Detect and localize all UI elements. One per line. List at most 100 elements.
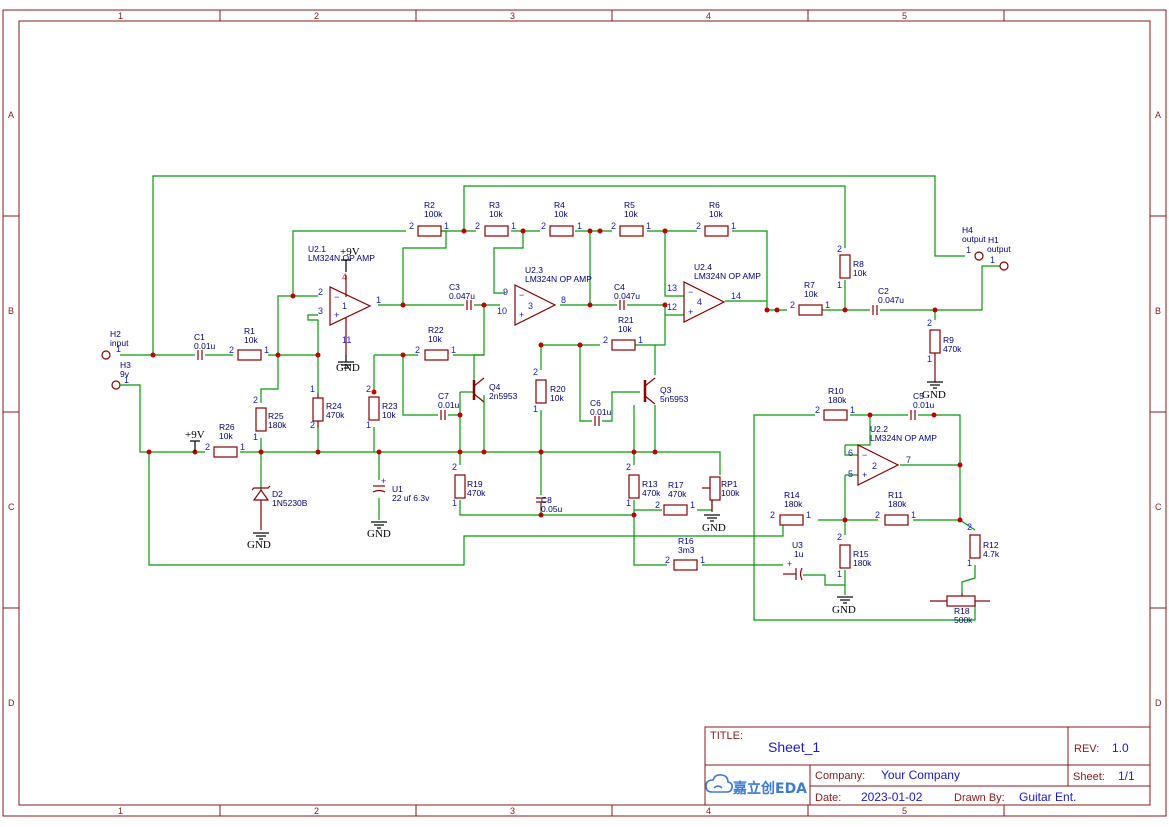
row-label-a-right: A [1155,110,1161,120]
svg-text:11: 11 [342,335,351,345]
rev-key: REV: [1074,743,1099,755]
svg-text:1: 1 [444,221,449,231]
svg-text:2: 2 [409,221,414,231]
svg-text:470k: 470k [467,488,486,498]
svg-text:2: 2 [310,420,315,430]
date-value: 2023-01-02 [861,790,923,804]
svg-text:2: 2 [533,367,538,377]
resistor-r26: 21 R2610k [205,422,245,458]
capacitor-c1: C10.01u [194,332,216,360]
svg-text:13: 13 [667,283,677,293]
svg-text:0.047u: 0.047u [878,295,904,305]
col-label-2-top: 2 [314,11,319,21]
capacitor-c4: C40.047u [614,282,640,310]
col-label-4-bottom: 4 [706,806,711,816]
svg-text:10k: 10k [489,209,503,219]
svg-text:4: 4 [697,297,702,307]
col-label-3-bottom: 3 [510,806,515,816]
resistor-r3: 21 R310k [475,200,516,237]
svg-text:2: 2 [253,395,258,405]
svg-text:180k: 180k [853,558,872,568]
date-key: Date: [815,792,841,804]
svg-text:14: 14 [731,291,741,301]
capacitor-c8: C80.05u [536,495,563,514]
svg-text:GND: GND [832,604,856,616]
svg-text:180k: 180k [784,499,803,509]
svg-text:8: 8 [561,295,566,305]
svg-text:1: 1 [966,245,971,255]
resistor-r10: 21 R10180k [815,386,855,421]
zener-diode-d2: D21N5230B [251,485,308,530]
svg-text:1: 1 [253,432,258,442]
svg-text:2: 2 [452,462,457,472]
svg-text:+: + [334,310,339,320]
row-label-d-left: D [8,698,15,708]
svg-text:10k: 10k [219,431,233,441]
capacitor-u3: + U31u [783,540,804,581]
u2-3-value: LM324N OP AMP [525,274,592,284]
svg-text:10k: 10k [709,209,723,219]
drawing-frame: 1 2 3 4 5 1 2 3 4 5 A B C D A B C D [2,9,1167,817]
svg-text:+9V: +9V [185,429,205,441]
svg-text:100k: 100k [424,209,443,219]
col-label-2-bottom: 2 [314,806,319,816]
resistor-r20: 21 R2010k [533,367,566,414]
svg-text:1: 1 [240,442,245,452]
svg-text:10k: 10k [382,410,396,420]
svg-text:2: 2 [967,522,972,532]
svg-text:1: 1 [577,221,582,231]
col-label-5-bottom: 5 [902,806,907,816]
svg-text:10: 10 [497,306,507,316]
svg-text:7: 7 [906,455,911,465]
svg-text:嘉立创EDA: 嘉立创EDA [732,780,807,797]
svg-text:2: 2 [229,345,234,355]
svg-text:+: + [381,476,386,486]
svg-text:1u: 1u [794,549,804,559]
svg-text:2: 2 [626,462,631,472]
svg-text:1: 1 [511,221,516,231]
opamp-u2-4: −+ 4 13 12 14 U2.4 LM324N OP AMP [667,262,761,323]
svg-text:+: + [519,310,524,320]
col-label-5-top: 5 [902,11,907,21]
svg-text:0.01u: 0.01u [913,400,935,410]
svg-text:1: 1 [850,405,855,415]
transistor-q3: Q35n5953 [643,377,689,405]
opamp-u2-1: −+ 1 2 3 1 4 11 U2.1 LM324N OP AMP [308,244,381,355]
svg-text:1: 1 [646,221,651,231]
svg-text:9v: 9v [120,369,130,379]
opamp-u2-2: −+ 2 6 5 7 U2.2 LM324N OP AMP [848,424,937,486]
svg-text:2n5953: 2n5953 [489,391,518,401]
svg-text:0.01u: 0.01u [438,400,460,410]
capacitor-c3: C30.047u [449,282,475,310]
svg-text:2: 2 [611,221,616,231]
ground-d2: GND [247,532,271,551]
svg-text:2: 2 [475,221,480,231]
row-label-b-left: B [8,306,14,316]
svg-text:500k: 500k [954,615,973,625]
col-label-4-top: 4 [706,11,711,21]
svg-text:6: 6 [848,448,853,458]
svg-text:2: 2 [790,300,795,310]
schematic-canvas: 1 2 3 4 5 1 2 3 4 5 A B C D A B C D −+ 1… [2,9,1167,817]
svg-text:1: 1 [626,498,631,508]
svg-text:470k: 470k [668,489,687,499]
svg-text:10k: 10k [624,209,638,219]
svg-text:0.01u: 0.01u [194,341,216,351]
svg-text:2: 2 [665,555,670,565]
svg-text:2: 2 [875,510,880,520]
resistor-r14: 21 R14180k [770,490,811,526]
title-key: TITLE: [710,730,743,742]
resistor-r25: 21 R25180k [253,395,287,442]
capacitor-c2: C20.047u [872,286,904,315]
sheet-key: Sheet: [1073,771,1105,783]
svg-text:22 uf 6.3v: 22 uf 6.3v [392,493,430,503]
row-label-c-left: C [8,502,15,512]
svg-text:0.047u: 0.047u [614,291,640,301]
ground-u1: GND [367,521,391,540]
svg-text:1: 1 [638,335,643,345]
svg-text:2: 2 [696,221,701,231]
resistor-r11: 21 R11180k [875,490,916,526]
svg-text:3: 3 [318,306,323,316]
col-label-1-top: 1 [118,11,123,21]
capacitor-c7: C70.01u [438,391,460,420]
